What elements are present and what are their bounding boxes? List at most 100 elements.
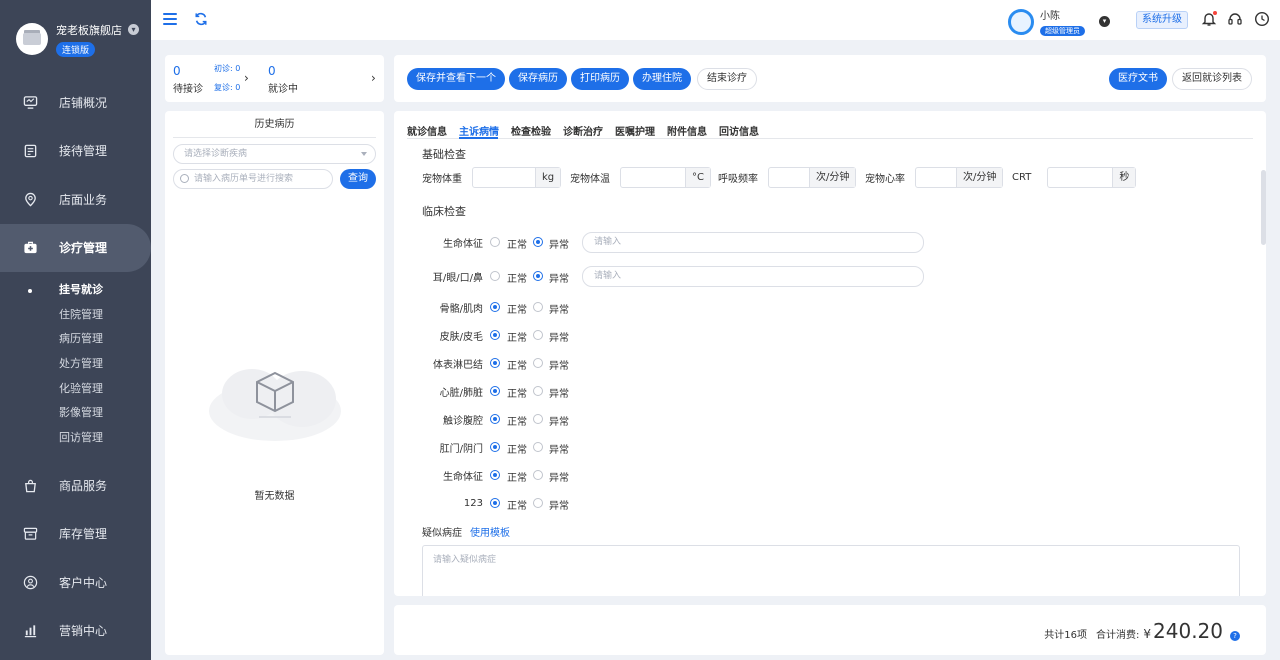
search-button[interactable]: 查询 — [340, 169, 376, 189]
radio-normal[interactable] — [490, 442, 500, 452]
print-record-button[interactable]: 打印病历 — [571, 68, 629, 90]
tab-examination[interactable]: 检查检验 — [511, 123, 551, 139]
action-bar: 保存并查看下一个 保存病历 打印病历 办理住院 结束诊疗 医疗文书 返回就诊列表 — [394, 55, 1266, 102]
tab-visit-info[interactable]: 就诊信息 — [407, 123, 447, 139]
total-bar: 共计16项 合计消费: ¥ 240.20 ? — [394, 605, 1266, 655]
clock-icon[interactable] — [1254, 11, 1270, 27]
temperature-input[interactable] — [621, 168, 685, 187]
crt-field: CRT 秒 — [1012, 167, 1137, 188]
sub-item-imaging[interactable]: 影像管理 — [0, 401, 151, 426]
chevron-right-icon[interactable]: › — [244, 71, 249, 85]
radio-normal[interactable] — [490, 330, 500, 340]
nav-item-marketing[interactable]: 营销中心 — [0, 606, 151, 655]
help-icon[interactable]: ? — [1230, 631, 1240, 641]
waiting-stat[interactable]: 0 待接诊 — [173, 64, 203, 95]
nav-item-medical[interactable]: 诊疗管理 — [0, 223, 151, 272]
radio-abnormal[interactable] — [533, 414, 543, 424]
radio-normal[interactable] — [490, 470, 500, 480]
disease-select[interactable]: 请选择诊断疾病 — [173, 144, 376, 164]
save-and-next-button[interactable]: 保存并查看下一个 — [407, 68, 505, 90]
radio-abnormal-label: 异常 — [549, 501, 569, 512]
radio-normal[interactable] — [490, 414, 500, 424]
archive-icon — [22, 526, 38, 542]
abnormal-detail-input[interactable]: 请输入 — [582, 266, 924, 287]
end-treatment-button[interactable]: 结束诊疗 — [697, 68, 757, 90]
radio-abnormal[interactable] — [533, 470, 543, 480]
headset-icon[interactable] — [1227, 11, 1243, 27]
refresh-icon[interactable] — [194, 12, 208, 26]
clinical-row-label: 心脏/肺脏 — [439, 387, 483, 399]
weight-input[interactable] — [473, 168, 535, 187]
user-menu[interactable]: 小陈 超级管理员 ▾ — [1008, 7, 1110, 36]
heart-rate-input[interactable] — [916, 168, 956, 187]
suspect-textarea[interactable]: 请输入疑似病症 — [422, 545, 1240, 596]
sub-item-lab[interactable]: 化验管理 — [0, 377, 151, 402]
clinical-row-label: 耳/眼/口/鼻 — [432, 272, 483, 284]
sub-item-records[interactable]: 病历管理 — [0, 327, 151, 352]
radio-abnormal[interactable] — [533, 386, 543, 396]
nav-item-products[interactable]: 商品服务 — [0, 461, 151, 510]
tab-followup[interactable]: 回访信息 — [719, 123, 759, 139]
nav-item-reception[interactable]: 接待管理 — [0, 127, 151, 176]
save-record-button[interactable]: 保存病历 — [509, 68, 567, 90]
radio-normal[interactable] — [490, 498, 500, 508]
radio-abnormal[interactable] — [533, 237, 543, 247]
nav-label: 客户中心 — [59, 575, 108, 590]
sub-item-followup[interactable]: 回访管理 — [0, 426, 151, 451]
radio-abnormal[interactable] — [533, 498, 543, 508]
radio-abnormal[interactable] — [533, 330, 543, 340]
radio-abnormal-label: 异常 — [549, 473, 569, 484]
back-to-list-button[interactable]: 返回就诊列表 — [1172, 68, 1252, 90]
tab-nursing[interactable]: 医嘱护理 — [615, 123, 655, 139]
nav-item-overview[interactable]: 店铺概况 — [0, 78, 151, 127]
abnormal-detail-input[interactable]: 请输入 — [582, 232, 924, 253]
form-scrollbar[interactable] — [1261, 170, 1266, 245]
active-tab-indicator — [459, 137, 498, 139]
medical-documents-button[interactable]: 医疗文书 — [1109, 68, 1167, 90]
upgrade-button[interactable]: 系统升级 — [1136, 11, 1188, 29]
sub-item-prescriptions[interactable]: 处方管理 — [0, 352, 151, 377]
clipboard-icon — [22, 143, 38, 159]
store-name: 宠老板旗舰店 — [56, 23, 122, 37]
hospitalize-button[interactable]: 办理住院 — [633, 68, 691, 90]
radio-normal[interactable] — [490, 271, 500, 281]
radio-abnormal-label: 异常 — [549, 305, 569, 316]
sub-item-hospitalization[interactable]: 住院管理 — [0, 303, 151, 328]
nav-item-store-business[interactable]: 店面业务 — [0, 175, 151, 224]
radio-normal[interactable] — [490, 302, 500, 312]
nav-item-inventory[interactable]: 库存管理 — [0, 509, 151, 558]
clinical-row-label: 体表淋巴结 — [433, 359, 483, 371]
radio-normal[interactable] — [490, 386, 500, 396]
nav-label: 店铺概况 — [59, 95, 108, 110]
nav-item-customers[interactable]: 客户中心 — [0, 558, 151, 607]
top-bar: 小陈 超级管理员 ▾ 系统升级 — [151, 0, 1280, 40]
chevron-down-icon[interactable]: ▾ — [1099, 16, 1110, 27]
radio-abnormal[interactable] — [533, 271, 543, 281]
bell-icon[interactable] — [1201, 11, 1217, 27]
store-switcher[interactable]: 宠老板旗舰店 ▾ 连锁版 — [0, 0, 151, 78]
radio-normal[interactable] — [490, 237, 500, 247]
radio-abnormal[interactable] — [533, 302, 543, 312]
radio-normal[interactable] — [490, 358, 500, 368]
chevron-down-icon[interactable]: ▾ — [128, 24, 139, 35]
tab-attachments[interactable]: 附件信息 — [667, 123, 707, 139]
radio-abnormal[interactable] — [533, 442, 543, 452]
record-search-input[interactable]: 请输入病历单号进行搜索 — [173, 169, 333, 189]
sub-item-registration[interactable]: 挂号就诊 — [0, 278, 151, 303]
bar-chart-icon — [22, 623, 38, 639]
use-template-link[interactable]: 使用模板 — [470, 528, 510, 539]
inprogress-count: 0 — [268, 64, 276, 78]
clinical-exam-title: 临床检查 — [422, 205, 466, 218]
inprogress-stat[interactable]: 0 就诊中 — [268, 64, 298, 95]
tab-diagnosis[interactable]: 诊断治疗 — [563, 123, 603, 139]
respiration-input[interactable] — [769, 168, 809, 187]
basic-exam-title: 基础检查 — [422, 148, 466, 161]
waiting-count: 0 — [173, 64, 181, 78]
queue-status-card: 0 待接诊 初诊: 0 复诊: 0 › 0 就诊中 › — [165, 55, 384, 102]
user-role-badge: 超级管理员 — [1040, 26, 1085, 36]
menu-icon[interactable] — [163, 13, 177, 25]
crt-input[interactable] — [1048, 168, 1112, 187]
radio-abnormal[interactable] — [533, 358, 543, 368]
unit: 次/分钟 — [809, 168, 856, 187]
chevron-right-icon[interactable]: › — [371, 71, 376, 85]
